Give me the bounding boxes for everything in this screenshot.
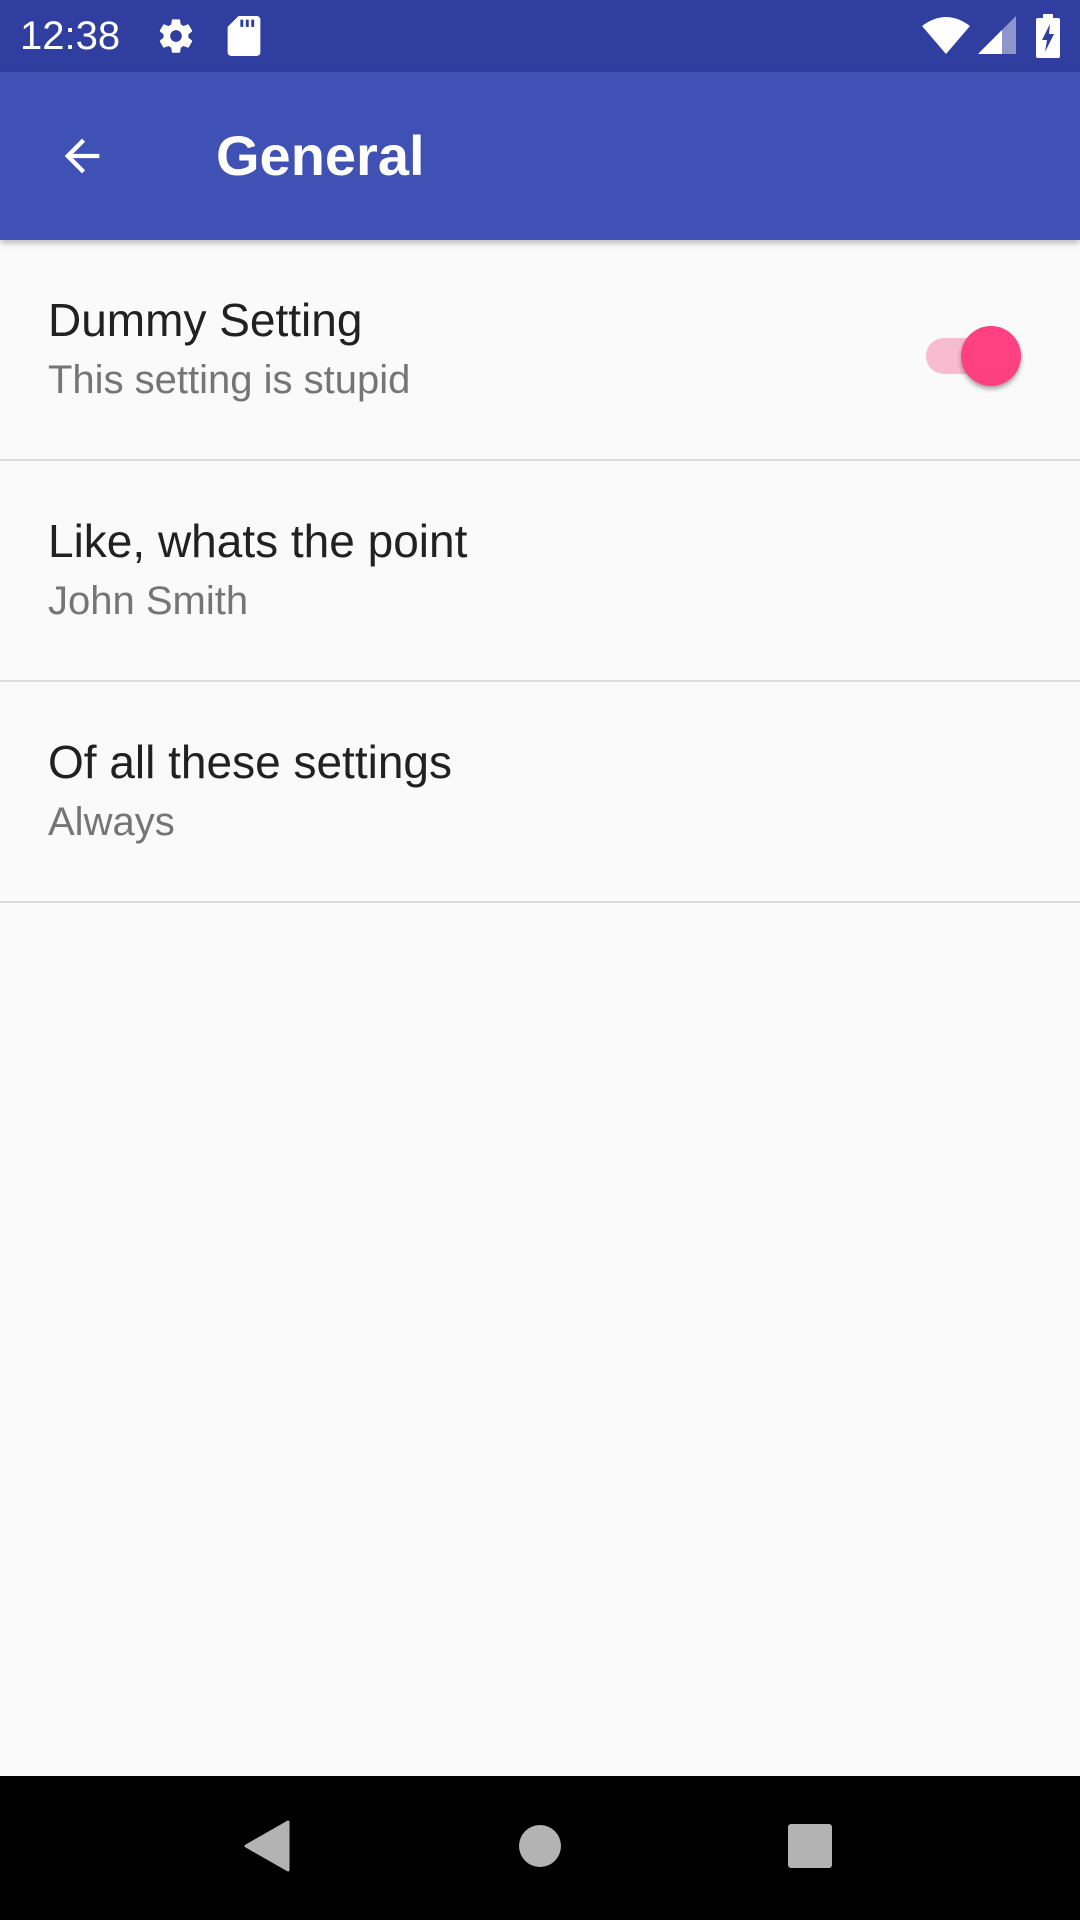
arrow-back-icon [56, 130, 108, 187]
recents-square-icon [787, 1823, 833, 1874]
wifi-icon [922, 16, 970, 61]
app-bar: General [0, 72, 1080, 240]
preference-dummy-setting[interactable]: Dummy Setting This setting is stupid [0, 240, 1080, 461]
preference-whats-the-point[interactable]: Like, whats the point John Smith [0, 461, 1080, 682]
status-time: 12:38 [20, 14, 121, 58]
nav-home-button[interactable] [490, 1798, 590, 1898]
preference-summary: Always [48, 800, 175, 844]
back-button[interactable] [40, 116, 124, 200]
back-triangle-icon [244, 1820, 292, 1877]
preference-title: Like, whats the point [48, 515, 468, 567]
nav-back-button[interactable] [218, 1798, 318, 1898]
cell-signal-icon [978, 16, 1016, 61]
sd-card-icon [226, 16, 262, 61]
switch-thumb [961, 326, 1021, 386]
nav-recents-button[interactable] [760, 1798, 860, 1898]
preference-all-these-settings[interactable]: Of all these settings Always [0, 682, 1080, 903]
preference-list: Dummy Setting This setting is stupid Lik… [0, 240, 1080, 1776]
preference-summary: This setting is stupid [48, 358, 411, 402]
preference-title: Dummy Setting [48, 294, 363, 346]
navigation-bar [0, 1776, 1080, 1920]
settings-gear-icon [156, 16, 196, 61]
home-circle-icon [518, 1824, 562, 1873]
page-title: General [216, 124, 425, 187]
battery-charging-icon [1036, 14, 1060, 63]
status-bar: 12:38 [0, 0, 1080, 72]
preference-title: Of all these settings [48, 736, 452, 788]
dummy-setting-switch[interactable] [922, 326, 1022, 386]
preference-summary: John Smith [48, 579, 249, 623]
